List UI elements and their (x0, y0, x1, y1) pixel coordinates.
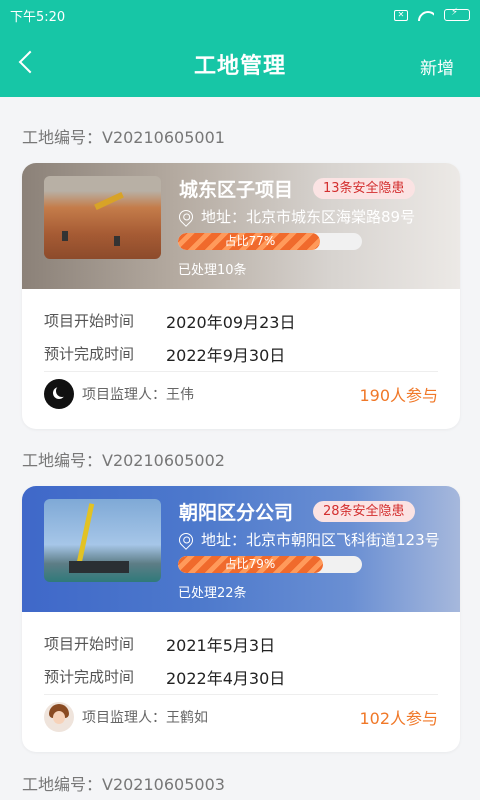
address-prefix: 地址： (201, 531, 247, 549)
site-card[interactable]: 城东区子项目 13条安全隐患 地址： 北京市城东区海棠路89号 占比77% 已处… (22, 163, 460, 429)
hazard-badge[interactable]: 13条安全隐患 (313, 178, 415, 199)
end-time-label: 预计完成时间 (44, 668, 135, 686)
address-prefix: 地址： (201, 208, 247, 226)
location-pin-icon (176, 206, 196, 227)
site-card-footer: 项目监理人：王鹤如 102人参与 (44, 694, 438, 738)
site-card-footer: 项目监理人：王伟 190人参与 (44, 371, 438, 415)
site-card-header: 城东区子项目 13条安全隐患 地址： 北京市城东区海棠路89号 占比77% 已处… (22, 163, 460, 289)
avatar (44, 378, 74, 409)
hazard-progress-bar: 占比77% (178, 233, 362, 250)
end-time-label: 预计完成时间 (44, 345, 135, 363)
status-icons: ✕ (394, 7, 470, 21)
location-pin-icon (176, 529, 196, 550)
start-time-value: 2020年09月23日 (166, 312, 296, 332)
status-time: 下午5:20 (10, 9, 66, 25)
site-address: 地址： 北京市朝阳区飞科街道123号 (176, 529, 440, 550)
start-time-label: 项目开始时间 (44, 635, 135, 653)
address-text: 北京市城东区海棠路89号 (246, 208, 416, 226)
battery-charging-icon (444, 7, 470, 21)
site-code-label: 工地编号：V20210605002 (22, 451, 225, 470)
supervisor: 项目监理人：王伟 (82, 386, 194, 403)
app-header: 下午5:20 ✕ 工地管理 新增 (0, 0, 480, 97)
participant-count: 190人参与 (359, 385, 438, 405)
start-time-value: 2021年5月3日 (166, 635, 276, 655)
avatar (44, 701, 74, 732)
end-time-value: 2022年4月30日 (166, 668, 286, 688)
address-text: 北京市朝阳区飞科街道123号 (246, 531, 440, 549)
progress-label: 占比79% (224, 557, 276, 571)
hazard-progress-bar: 占比79% (178, 556, 362, 573)
end-time-value: 2022年9月30日 (166, 345, 286, 365)
site-schedule: 项目开始时间 2021年5月3日 预计完成时间 2022年4月30日 (44, 627, 438, 693)
start-time-label: 项目开始时间 (44, 312, 135, 330)
handled-count: 已处理22条 (178, 586, 247, 601)
site-photo (44, 499, 161, 582)
hazard-badge[interactable]: 28条安全隐患 (313, 501, 415, 522)
no-sim-icon: ✕ (394, 9, 408, 21)
wifi-icon (418, 9, 434, 21)
project-name: 城东区子项目 (179, 179, 294, 201)
add-site-button[interactable]: 新增 (420, 54, 454, 79)
site-photo (44, 176, 161, 259)
status-bar: 下午5:20 ✕ (0, 0, 480, 30)
participant-count: 102人参与 (359, 708, 438, 728)
handled-count: 已处理10条 (178, 263, 247, 278)
start-time-row: 项目开始时间 2021年5月3日 (44, 627, 438, 660)
site-code-label: 工地编号：V20210605003 (22, 775, 225, 794)
progress-label: 占比77% (224, 234, 276, 248)
back-button[interactable] (16, 48, 40, 76)
end-time-row: 预计完成时间 2022年4月30日 (44, 660, 438, 693)
site-card[interactable]: 朝阳区分公司 28条安全隐患 地址： 北京市朝阳区飞科街道123号 占比79% … (22, 486, 460, 752)
start-time-row: 项目开始时间 2020年09月23日 (44, 304, 438, 337)
site-schedule: 项目开始时间 2020年09月23日 预计完成时间 2022年9月30日 (44, 304, 438, 370)
end-time-row: 预计完成时间 2022年9月30日 (44, 337, 438, 370)
nav-bar: 工地管理 新增 (0, 30, 480, 97)
site-code-label: 工地编号：V20210605001 (22, 128, 225, 147)
supervisor: 项目监理人：王鹤如 (82, 709, 208, 726)
page-title: 工地管理 (193, 53, 286, 79)
site-card-header: 朝阳区分公司 28条安全隐患 地址： 北京市朝阳区飞科街道123号 占比79% … (22, 486, 460, 612)
site-address: 地址： 北京市城东区海棠路89号 (176, 206, 416, 227)
project-name: 朝阳区分公司 (179, 502, 294, 524)
